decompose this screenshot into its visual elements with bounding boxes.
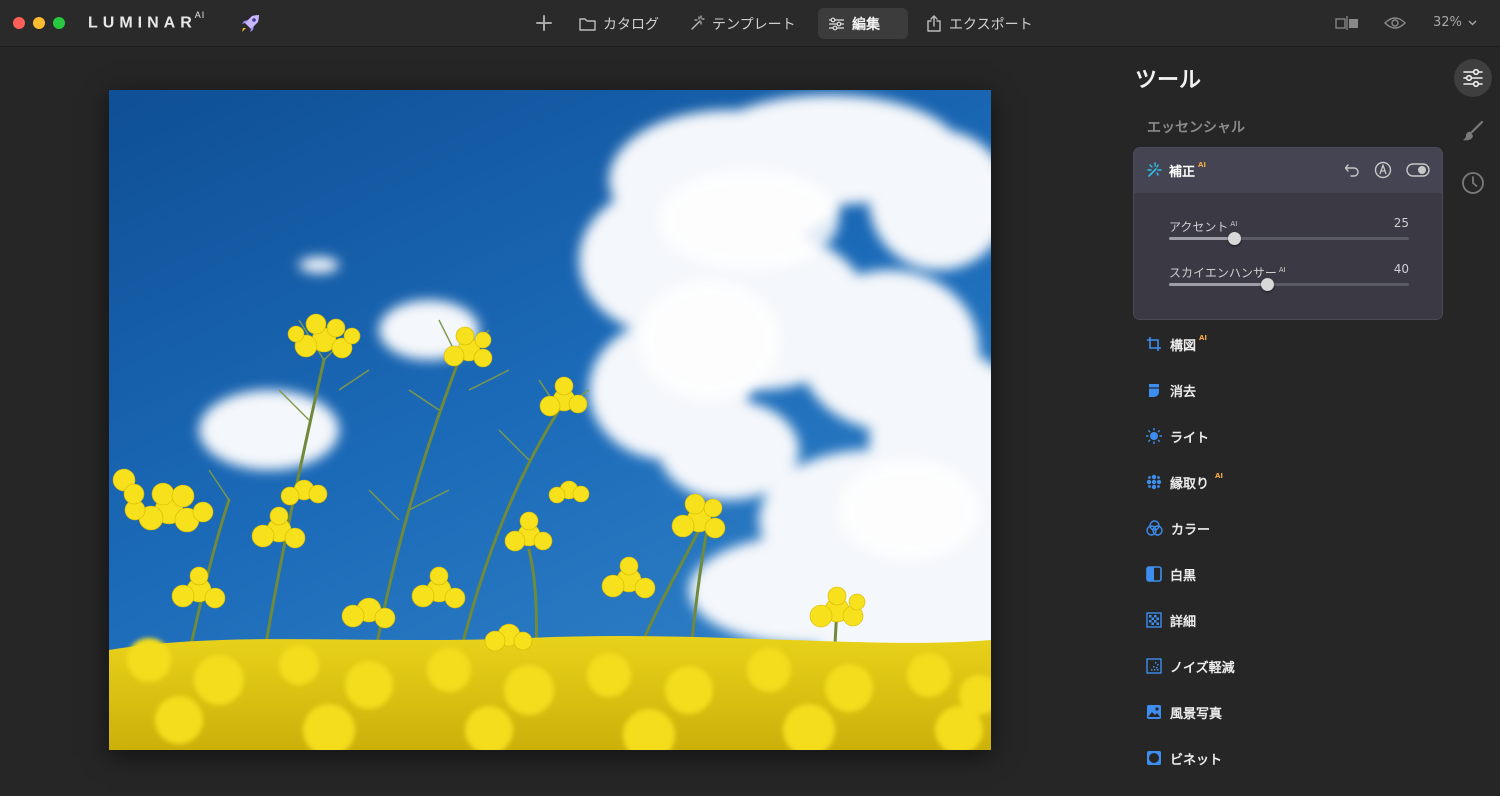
tool-details[interactable]: 詳細 xyxy=(1146,609,1196,631)
undo-icon[interactable] xyxy=(1344,162,1360,178)
accent-ai-badge: AI xyxy=(1230,220,1238,228)
tool-color[interactable]: カラー xyxy=(1146,517,1210,539)
tool-card-enhance-header[interactable]: 補正 AI xyxy=(1134,148,1442,193)
eraser-icon xyxy=(1149,384,1159,397)
photo-canvas[interactable] xyxy=(109,90,991,750)
magic-wand-icon xyxy=(691,15,705,30)
sky-enhancer-slider-label: スカイエンハンサー xyxy=(1169,266,1277,280)
sparkle-icon xyxy=(1147,162,1162,177)
dots-icon xyxy=(1146,474,1162,490)
crop-icon xyxy=(1147,337,1161,351)
nav-edit[interactable]: 編集 xyxy=(818,8,908,39)
toggle-switch[interactable] xyxy=(1406,163,1430,177)
accent-slider-fill xyxy=(1169,237,1234,240)
nav-templates[interactable]: テンプレート xyxy=(678,8,806,39)
history-panel-button[interactable] xyxy=(1454,164,1492,202)
app-logo: LUMINARAI xyxy=(88,10,206,32)
sky-enhancer-slider-fill xyxy=(1169,283,1268,286)
accent-slider-track[interactable] xyxy=(1169,232,1409,245)
tool-light[interactable]: ライト xyxy=(1146,425,1209,447)
brush-icon xyxy=(1463,120,1484,141)
tool-card-enhance-label: 補正 xyxy=(1169,165,1196,180)
ai-badge: AI xyxy=(1198,160,1207,169)
nav-export[interactable]: エクスポート xyxy=(916,8,1043,39)
photo-image xyxy=(109,90,991,750)
minimize-window-button[interactable] xyxy=(33,17,45,29)
sky-enhancer-slider-track[interactable] xyxy=(1169,278,1409,291)
noise-icon xyxy=(1146,658,1162,674)
zoom-dropdown[interactable]: 32% xyxy=(1433,15,1477,30)
tool-composition-ai: AI xyxy=(1199,334,1208,342)
tool-denoise[interactable]: ノイズ軽減 xyxy=(1146,655,1235,677)
share-icon xyxy=(927,15,941,32)
brush-panel-button[interactable] xyxy=(1454,112,1492,150)
nav-export-label: エクスポート xyxy=(949,16,1033,33)
plus-icon[interactable] xyxy=(533,12,555,34)
accent-slider-label: アクセント xyxy=(1169,220,1229,234)
compare-icon[interactable] xyxy=(1335,16,1359,30)
tool-details-label: 詳細 xyxy=(1170,614,1197,630)
accent-slider-value: 25 xyxy=(1393,216,1409,230)
rocket-icon[interactable] xyxy=(238,12,262,36)
tool-color-label: カラー xyxy=(1171,522,1211,538)
chevron-down-icon xyxy=(1468,20,1477,25)
sky-enhancer-slider-value: 40 xyxy=(1393,262,1409,276)
clock-icon xyxy=(1462,172,1484,194)
accent-slider[interactable]: アクセント AI 25 xyxy=(1169,216,1409,245)
sun-icon xyxy=(1146,428,1162,444)
tool-structure-ai: AI xyxy=(1215,472,1224,480)
landscape-icon xyxy=(1147,705,1161,719)
nav-edit-label: 編集 xyxy=(852,16,880,33)
tool-erase[interactable]: 消去 xyxy=(1146,379,1196,401)
tool-erase-label: 消去 xyxy=(1170,384,1197,400)
zoom-window-button[interactable] xyxy=(53,17,65,29)
tool-card-enhance: 補正 AI アクセント AI 25 スカイエンハンサー AI 40 xyxy=(1133,147,1443,320)
tool-bw-label: 白黒 xyxy=(1170,568,1197,584)
sliders-icon xyxy=(829,17,844,30)
tool-denoise-label: ノイズ軽減 xyxy=(1170,660,1235,676)
nav-templates-label: テンプレート xyxy=(712,16,796,33)
nav-catalog[interactable]: カタログ xyxy=(569,8,669,39)
accent-slider-thumb[interactable] xyxy=(1227,232,1241,245)
section-essentials[interactable]: エッセンシャル xyxy=(1147,117,1245,137)
color-circles-icon xyxy=(1146,520,1163,536)
half-square-icon xyxy=(1146,566,1162,582)
sky-enhancer-slider-thumb[interactable] xyxy=(1261,278,1275,291)
tool-bw[interactable]: 白黒 xyxy=(1146,563,1196,585)
zoom-value: 32% xyxy=(1433,15,1462,30)
tool-composition-label: 構図 xyxy=(1170,338,1197,354)
mask-icon[interactable] xyxy=(1374,161,1392,179)
tool-composition[interactable]: 構図 AI xyxy=(1146,333,1207,355)
tools-panel-button[interactable] xyxy=(1454,59,1492,97)
folder-icon xyxy=(579,17,596,31)
eye-icon[interactable] xyxy=(1384,16,1406,30)
close-window-button[interactable] xyxy=(13,17,25,29)
tool-structure-label: 縁取り xyxy=(1170,476,1210,492)
tool-structure[interactable]: 縁取り AI xyxy=(1146,471,1223,493)
vignette-icon xyxy=(1147,751,1161,765)
sky-enhancer-slider[interactable]: スカイエンハンサー AI 40 xyxy=(1169,262,1409,291)
tool-light-label: ライト xyxy=(1170,430,1210,446)
tool-landscape-label: 風景写真 xyxy=(1170,706,1223,722)
tool-vignette[interactable]: ビネット xyxy=(1146,747,1222,769)
panel-title: ツール xyxy=(1135,68,1202,93)
adjustments-icon xyxy=(1463,68,1483,88)
title-bar: LUMINARAI カタログ テンプレート 編集 エクスポート 32% xyxy=(0,0,1500,47)
sky-enhancer-ai-badge: AI xyxy=(1278,266,1286,274)
tool-vignette-label: ビネット xyxy=(1170,752,1223,768)
tool-landscape[interactable]: 風景写真 xyxy=(1146,701,1222,723)
checker-icon xyxy=(1146,612,1162,628)
nav-catalog-label: カタログ xyxy=(603,16,659,33)
